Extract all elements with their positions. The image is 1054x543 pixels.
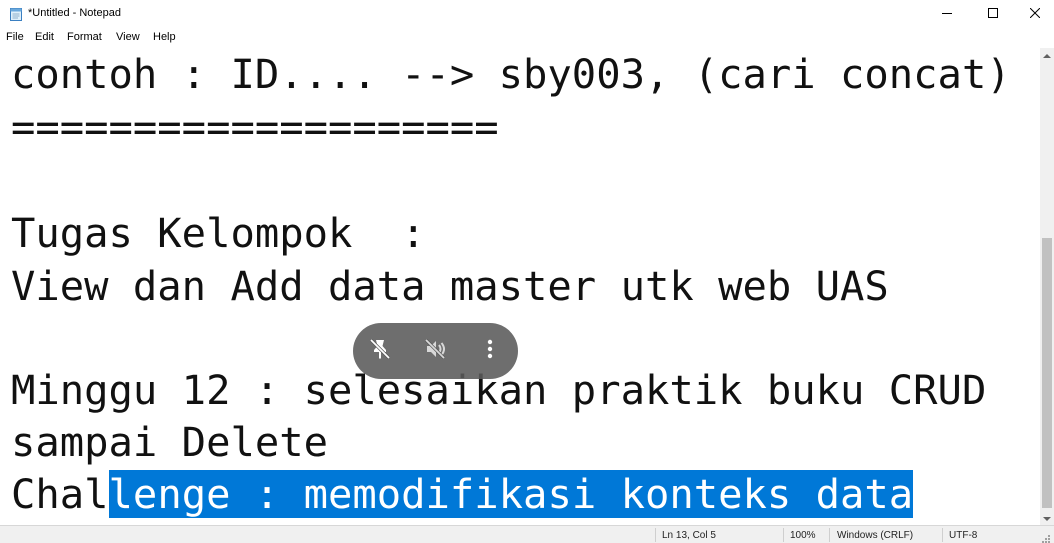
menu-bar: File Edit Format View Help xyxy=(0,28,1054,48)
editor-line: ==================== xyxy=(11,103,499,151)
maximize-icon xyxy=(988,5,998,23)
editor-line: sampai Delete xyxy=(11,418,328,466)
video-overlay-controls xyxy=(353,323,518,379)
chevron-up-icon xyxy=(1043,46,1051,64)
menu-edit[interactable]: Edit xyxy=(35,31,54,43)
menu-help[interactable]: Help xyxy=(153,31,176,43)
status-separator xyxy=(829,528,830,542)
editor-line: View dan Add data master utk web UAS xyxy=(11,262,889,310)
window-title: *Untitled - Notepad xyxy=(28,7,121,19)
more-options-button[interactable] xyxy=(476,337,504,365)
title-bar: *Untitled - Notepad xyxy=(0,0,1054,28)
close-icon xyxy=(1029,5,1041,23)
status-zoom: 100% xyxy=(790,530,816,541)
status-separator xyxy=(655,528,656,542)
menu-file[interactable]: File xyxy=(6,31,24,43)
notepad-icon xyxy=(9,7,23,21)
menu-format[interactable]: Format xyxy=(67,31,102,43)
menu-view[interactable]: View xyxy=(116,31,140,43)
mute-button[interactable] xyxy=(421,337,449,365)
pin-off-icon xyxy=(368,337,392,366)
status-separator xyxy=(783,528,784,542)
text-editor[interactable]: contoh : ID.... --> sby003, (cari concat… xyxy=(0,48,1040,525)
editor-line-selected: Challenge : memodifikasi konteks data xyxy=(11,468,914,520)
status-encoding: UTF-8 xyxy=(949,530,978,541)
status-bar: Ln 13, Col 5 100% Windows (CRLF) UTF-8 xyxy=(0,525,1054,543)
status-line-ending: Windows (CRLF) xyxy=(837,530,914,541)
unpin-button[interactable] xyxy=(366,337,394,365)
status-cursor-position: Ln 13, Col 5 xyxy=(662,530,716,541)
close-button[interactable] xyxy=(1012,0,1054,28)
editor-line: contoh : ID.... --> sby003, (cari concat… xyxy=(11,50,1011,98)
unselected-text: Chal xyxy=(11,470,109,518)
resize-grip-icon[interactable] xyxy=(1041,531,1051,543)
vertical-scrollbar[interactable] xyxy=(1040,48,1054,525)
mute-icon xyxy=(423,337,447,366)
more-vertical-icon xyxy=(478,337,502,366)
scroll-up-button[interactable] xyxy=(1040,48,1054,62)
maximize-button[interactable] xyxy=(970,0,1016,28)
status-separator xyxy=(942,528,943,542)
scroll-down-button[interactable] xyxy=(1040,511,1054,525)
minimize-icon xyxy=(942,5,952,23)
minimize-button[interactable] xyxy=(924,0,970,28)
editor-line: Tugas Kelompok : xyxy=(11,209,426,257)
selected-text: lenge : memodifikasi konteks data xyxy=(108,470,914,518)
scroll-thumb[interactable] xyxy=(1042,238,1052,508)
